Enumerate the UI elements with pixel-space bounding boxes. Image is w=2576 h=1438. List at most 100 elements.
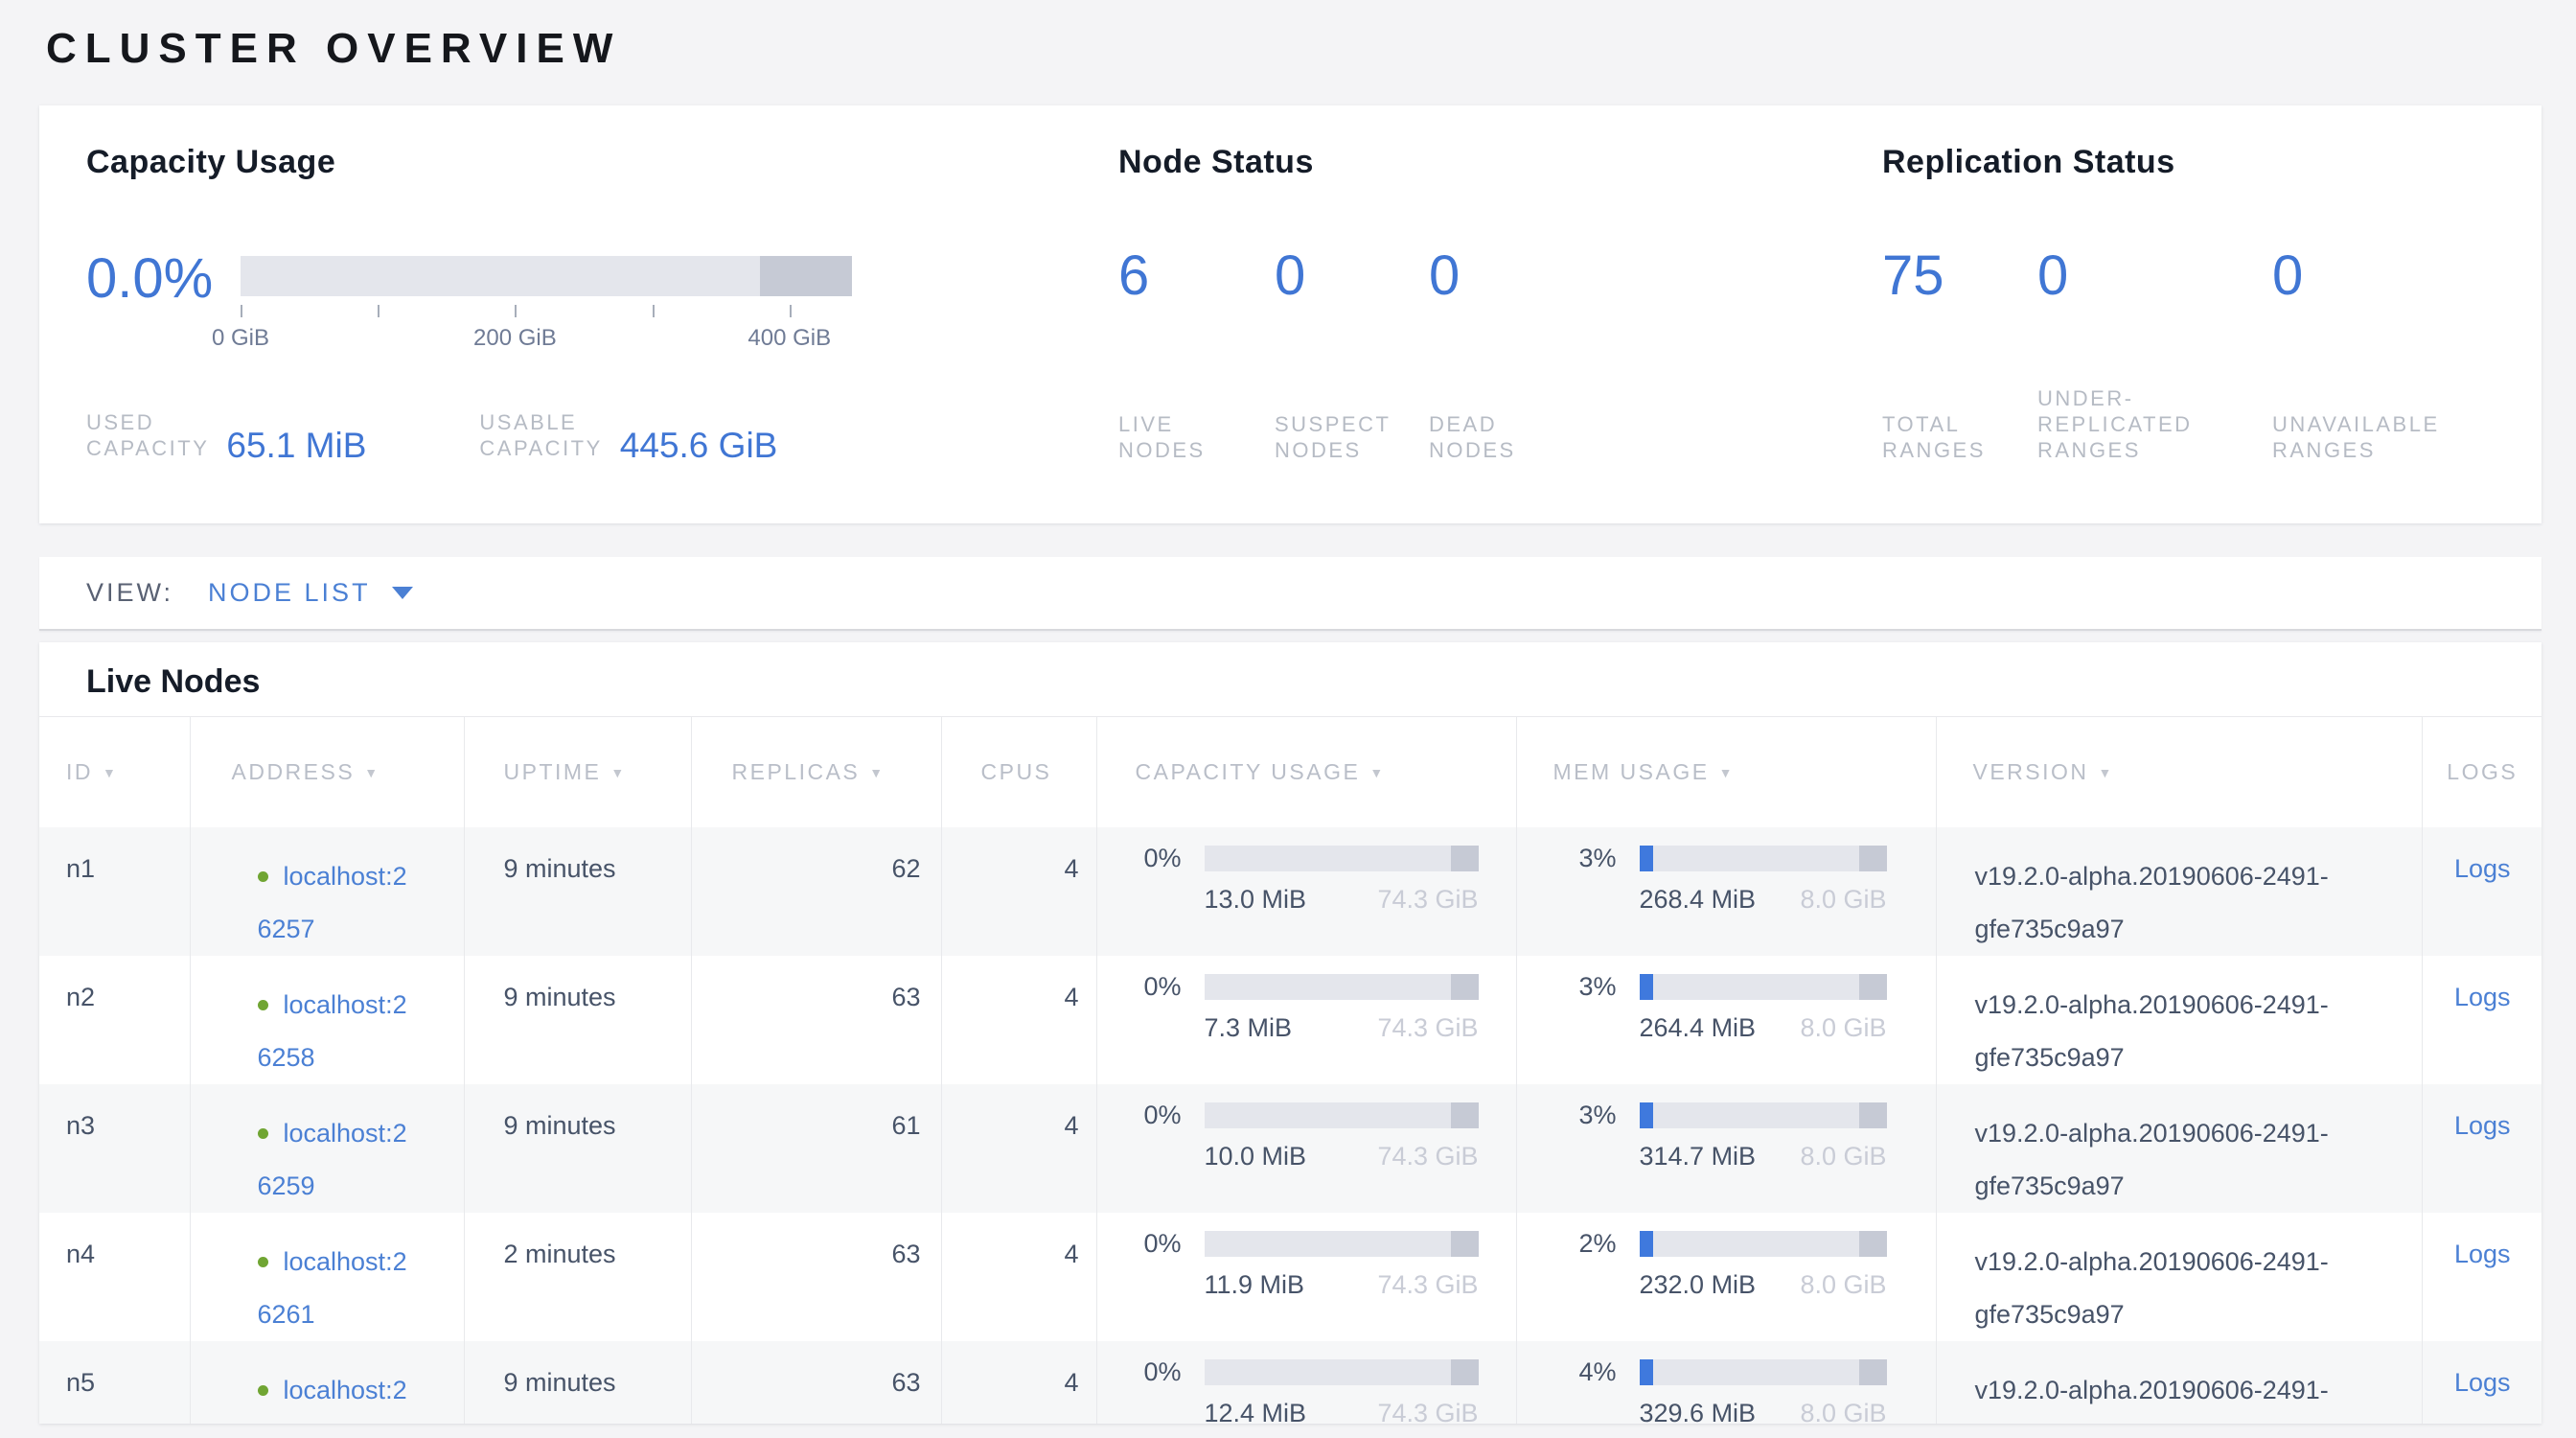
sort-arrow-icon[interactable]: ▼	[1369, 765, 1385, 780]
node-live-status-icon	[258, 1000, 268, 1010]
capacity-bar-other-segment	[1451, 1102, 1479, 1128]
mem-used-value: 232.0 MiB	[1640, 1270, 1757, 1300]
sort-arrow-icon[interactable]: ▼	[869, 765, 885, 780]
capacity-total-value: 74.3 GiB	[1377, 885, 1478, 915]
node-status-value: 6	[1118, 246, 1275, 306]
used-capacity-stat: USED CAPACITY 65.1 MiB	[86, 409, 366, 461]
capacity-values: 11.9 MiB74.3 GiB	[1144, 1270, 1479, 1300]
node-status-stat: 6LIVE NODES	[1118, 246, 1275, 463]
view-dropdown[interactable]: NODE LIST	[208, 578, 371, 608]
column-header-mem-usage[interactable]: MEM USAGE ▼	[1516, 717, 1936, 827]
node-address-link[interactable]: localhost:26257	[258, 862, 407, 943]
node-logs-link[interactable]: Logs	[2454, 1240, 2511, 1268]
axis-tick	[378, 305, 380, 317]
capacity-meter: 0%	[1144, 844, 1479, 873]
node-address-link[interactable]: localhost:26258	[258, 990, 407, 1072]
node-address-cell: localhost:26259	[190, 1084, 464, 1213]
sort-arrow-icon[interactable]: ▼	[2099, 765, 2114, 780]
mem-values: 232.0 MiB 8.0 GiB	[1579, 1270, 1887, 1300]
table-row: n4localhost:262612 minutes6340%11.9 MiB7…	[39, 1213, 2542, 1341]
mem-meter: 4%	[1579, 1357, 1887, 1387]
mem-total-value: 8.0 GiB	[1800, 1399, 1886, 1425]
live-nodes-card: Live Nodes ID▼ADDRESS▼UPTIME▼REPLICAS▼CP…	[39, 642, 2542, 1424]
column-header-capacity-usage[interactable]: CAPACITY USAGE▼	[1096, 717, 1516, 827]
capacity-stats: USED CAPACITY 65.1 MiB USABLE CAPACITY 4…	[86, 409, 1118, 461]
column-header-label: UPTIME	[504, 759, 602, 784]
capacity-bar-other-segment	[1451, 974, 1479, 1000]
capacity-values: 13.0 MiB 74.3 GiB	[1144, 885, 1479, 915]
capacity-usage-bar: 0 GiB200 GiB400 GiB	[241, 252, 852, 356]
node-logs-link[interactable]: Logs	[2454, 1368, 2511, 1397]
node-id-cell: n5	[39, 1341, 190, 1425]
capacity-bar-track	[1205, 1102, 1479, 1128]
node-live-status-icon	[258, 1257, 268, 1267]
mem-total-value: 8.0 GiB	[1800, 1013, 1886, 1043]
capacity-total-value: 74.3 GiB	[1377, 1270, 1478, 1300]
node-status-stats: 6LIVE NODES0SUSPECT NODES0DEAD NODES	[1118, 246, 1882, 463]
node-cpus-cell: 4	[941, 827, 1096, 956]
capacity-used-value: 12.4 MiB	[1205, 1399, 1307, 1425]
capacity-used-value: 10.0 MiB	[1205, 1142, 1307, 1171]
live-nodes-table: ID▼ADDRESS▼UPTIME▼REPLICAS▼CPUSCAPACITY …	[39, 716, 2542, 1424]
mem-values: 268.4 MiB8.0 GiB	[1579, 885, 1887, 915]
column-header-replicas[interactable]: REPLICAS ▼	[691, 717, 941, 827]
mem-bar-fill	[1640, 1231, 1653, 1257]
node-status-value: 0	[1429, 246, 1882, 306]
sort-arrow-icon[interactable]: ▼	[103, 765, 118, 780]
mem-bar-other-segment	[1859, 974, 1886, 1000]
node-logs-link[interactable]: Logs	[2454, 854, 2511, 883]
node-address-link[interactable]: localhost:26261	[258, 1247, 407, 1329]
column-header-label: ID	[66, 759, 93, 784]
capacity-percent-label: 0%	[1144, 972, 1188, 1002]
node-logs-link[interactable]: Logs	[2454, 983, 2511, 1011]
node-mem-usage-cell: 3%314.7 MiB8.0 GiB	[1516, 1084, 1936, 1213]
node-id-cell: n1	[39, 827, 190, 956]
capacity-usage-chart: 0.0% 0 GiB200 GiB400 GiB	[86, 252, 1118, 356]
node-replicas-cell: 63	[691, 1213, 941, 1341]
node-id-cell: n4	[39, 1213, 190, 1341]
column-header-label: REPLICAS	[732, 759, 861, 784]
replication-label: TOTAL RANGES	[1882, 411, 2037, 463]
sort-arrow-icon[interactable]: ▼	[610, 765, 626, 780]
axis-tick-label: 400 GiB	[748, 325, 831, 352]
mem-values: 264.4 MiB 8.0 GiB	[1579, 1013, 1887, 1043]
node-live-status-icon	[258, 1128, 268, 1139]
column-header-label: MEM USAGE	[1553, 759, 1710, 784]
node-logs-link[interactable]: Logs	[2454, 1111, 2511, 1140]
node-replicas-cell: 63	[691, 1341, 941, 1425]
node-status-value: 0	[1275, 246, 1429, 306]
mem-percent-label: 4%	[1579, 1357, 1623, 1387]
node-status-label: DEAD NODES	[1429, 411, 1882, 463]
sort-arrow-icon[interactable]: ▼	[1719, 765, 1735, 780]
node-address-link[interactable]: localhost:26259	[258, 1119, 407, 1200]
node-cpus-cell: 4	[941, 1213, 1096, 1341]
node-capacity-usage-cell: 0%12.4 MiB74.3 GiB	[1096, 1341, 1516, 1425]
node-status-section: Node Status 6LIVE NODES0SUSPECT NODES0DE…	[1118, 105, 1882, 523]
mem-percent-label: 3%	[1579, 972, 1623, 1002]
node-mem-usage-cell: 3% 264.4 MiB 8.0 GiB	[1516, 956, 1936, 1084]
mem-bar-track	[1640, 846, 1887, 871]
mem-used-value: 264.4 MiB	[1640, 1013, 1757, 1043]
capacity-bar-other-segment	[1451, 1231, 1479, 1257]
column-header-id[interactable]: ID ▼	[39, 717, 190, 827]
node-replicas-cell: 61	[691, 1084, 941, 1213]
sort-arrow-icon[interactable]: ▼	[364, 765, 380, 780]
mem-total-value: 8.0 GiB	[1800, 1270, 1886, 1300]
capacity-usage-title: Capacity Usage	[86, 144, 1118, 181]
column-header-address[interactable]: ADDRESS▼	[190, 717, 464, 827]
node-status-stat: 0 SUSPECT NODES	[1275, 246, 1429, 463]
node-version-cell: v19.2.0-alpha.20190606-2491-gfe735c9a97	[1936, 1084, 2422, 1213]
capacity-bar-other-segment	[1451, 846, 1479, 871]
capacity-meter: 0%	[1144, 1101, 1479, 1130]
column-header-version[interactable]: VERSION▼	[1936, 717, 2422, 827]
mem-values: 329.6 MiB8.0 GiB	[1579, 1399, 1887, 1425]
node-address-link[interactable]: localhost:26262	[258, 1376, 407, 1425]
node-replicas-cell: 63	[691, 956, 941, 1084]
capacity-used-value: 13.0 MiB	[1205, 885, 1307, 915]
column-header-uptime[interactable]: UPTIME ▼	[464, 717, 691, 827]
mem-meter: 3%	[1579, 1101, 1887, 1130]
usable-capacity-value: 445.6 GiB	[620, 429, 778, 461]
mem-bar-fill	[1640, 846, 1653, 871]
node-status-label: SUSPECT NODES	[1275, 411, 1429, 463]
chevron-down-icon[interactable]	[392, 587, 413, 599]
